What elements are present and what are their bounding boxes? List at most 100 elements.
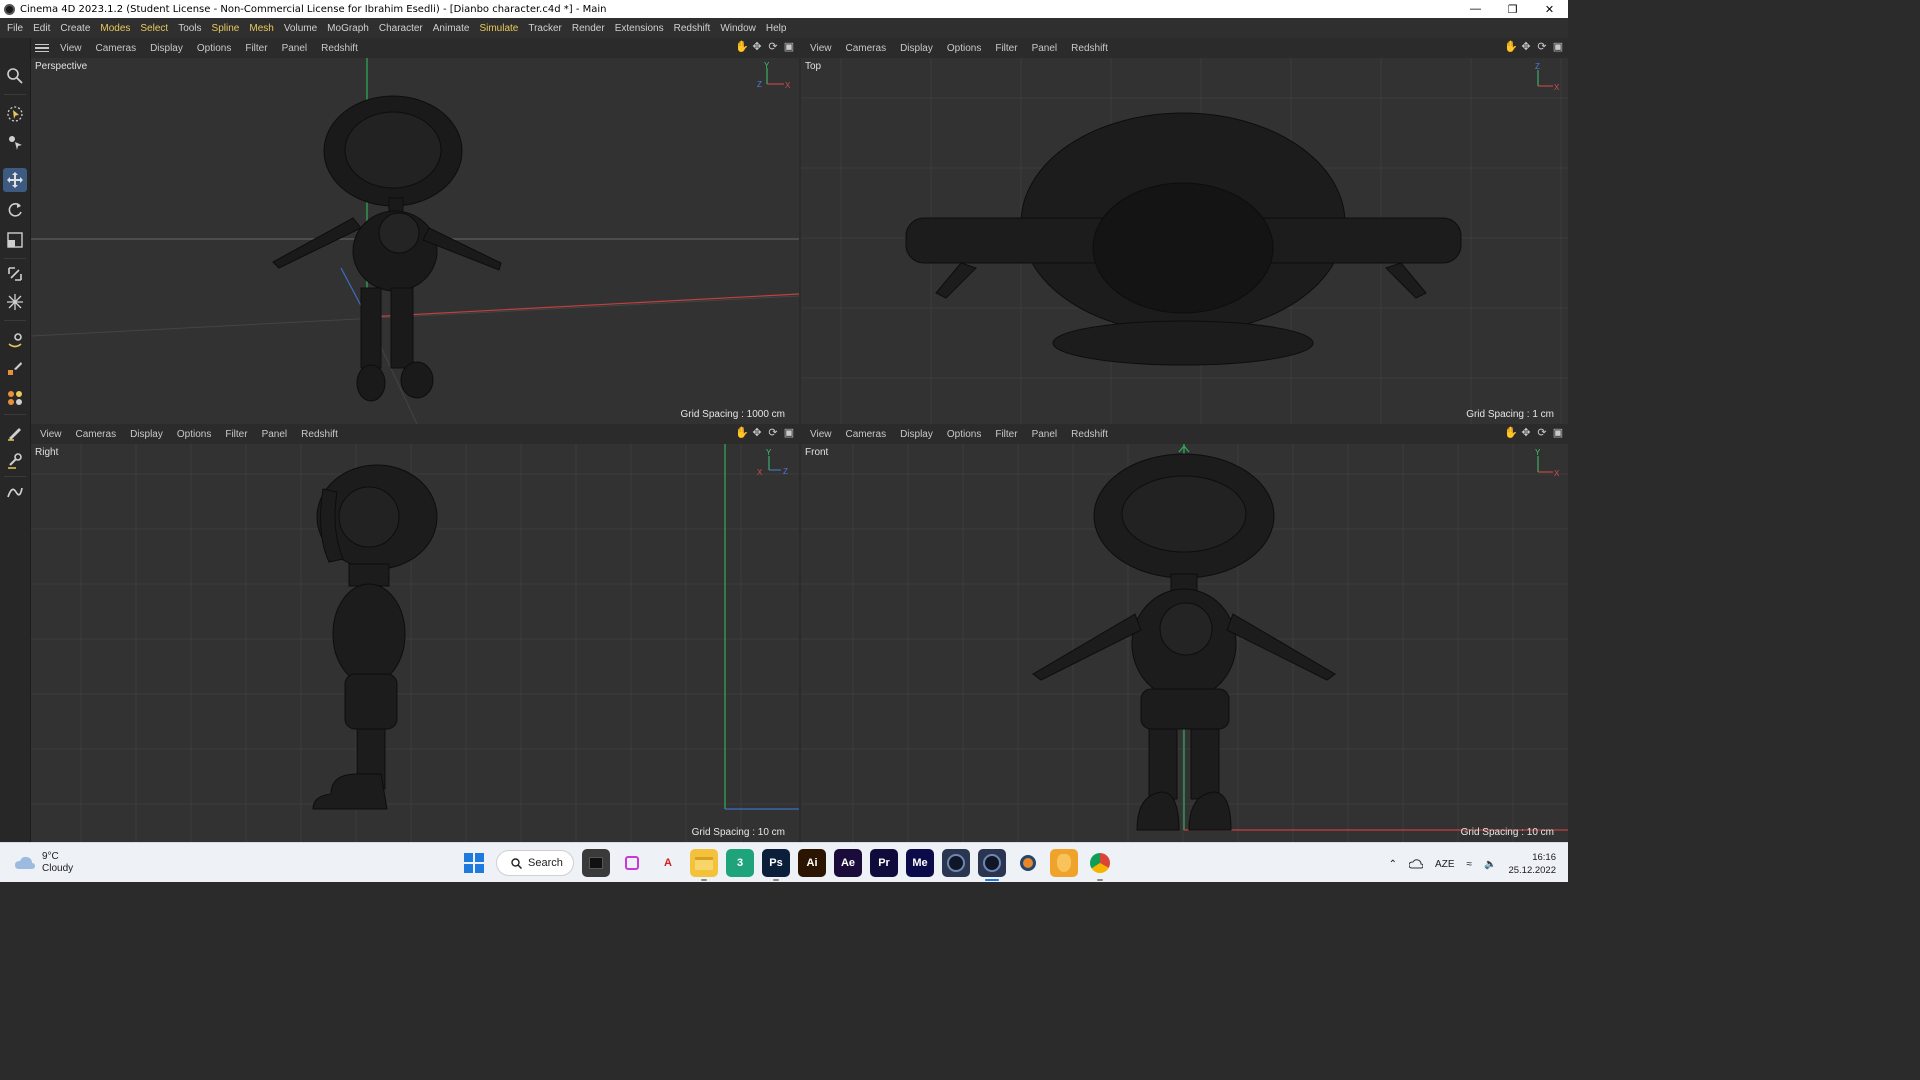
dolly-icon[interactable]: ✥ <box>751 41 763 53</box>
menu-view[interactable]: View <box>53 43 89 54</box>
orbit-icon[interactable]: ⟳ <box>1536 41 1548 53</box>
chrome-icon[interactable] <box>1086 849 1114 881</box>
live-select-icon[interactable] <box>3 130 27 154</box>
maximize-view-icon[interactable]: ▣ <box>1552 41 1564 53</box>
pan-hand-icon[interactable]: ✋ <box>735 427 749 439</box>
menu-cameras[interactable]: Cameras <box>839 429 894 440</box>
snap-icon[interactable] <box>3 290 27 314</box>
menu-filter[interactable]: Filter <box>988 43 1024 54</box>
menu-redshift[interactable]: Redshift <box>294 429 345 440</box>
menu-display[interactable]: Display <box>893 43 940 54</box>
app-3-icon[interactable]: 3 <box>726 849 754 877</box>
wifi-icon[interactable]: ≈ <box>1467 859 1473 870</box>
menu-display[interactable]: Display <box>123 429 170 440</box>
menu-character[interactable]: Character <box>374 23 428 34</box>
menu-window[interactable]: Window <box>715 23 761 34</box>
menu-tools[interactable]: Tools <box>173 23 206 34</box>
task-view-icon[interactable] <box>582 849 610 877</box>
menu-render[interactable]: Render <box>567 23 610 34</box>
blender-icon[interactable] <box>1014 849 1042 877</box>
spline-pen-icon[interactable] <box>3 480 27 504</box>
orbit-icon[interactable]: ⟳ <box>767 427 779 439</box>
acrobat-icon[interactable]: A <box>654 849 682 877</box>
menu-mesh[interactable]: Mesh <box>244 23 278 34</box>
weather-widget[interactable]: 9°C Cloudy <box>14 851 73 875</box>
pan-hand-icon[interactable]: ✋ <box>735 41 749 53</box>
menu-options[interactable]: Options <box>170 429 218 440</box>
windows-start-icon[interactable] <box>460 849 488 877</box>
menu-display[interactable]: Display <box>893 429 940 440</box>
menu-redshift[interactable]: Redshift <box>1064 43 1115 54</box>
dolly-icon[interactable]: ✥ <box>1520 427 1532 439</box>
viewport-right[interactable]: View Cameras Display Options Filter Pane… <box>31 424 799 842</box>
menu-options[interactable]: Options <box>190 43 238 54</box>
menu-spline[interactable]: Spline <box>207 23 245 34</box>
menu-volume[interactable]: Volume <box>279 23 322 34</box>
menu-help[interactable]: Help <box>761 23 792 34</box>
viewport-canvas[interactable]: Right Y Z X Grid Spacing : 10 cm <box>31 444 799 842</box>
pan-hand-icon[interactable]: ✋ <box>1504 427 1518 439</box>
hamburger-icon[interactable] <box>35 42 49 55</box>
taskbar-search[interactable]: Search <box>496 850 574 876</box>
photoshop-icon[interactable]: Ps <box>762 849 790 881</box>
dolly-icon[interactable]: ✥ <box>1520 41 1532 53</box>
sculpt-icon[interactable] <box>3 386 27 410</box>
menu-view[interactable]: View <box>803 429 839 440</box>
menu-display[interactable]: Display <box>143 43 190 54</box>
menu-animate[interactable]: Animate <box>428 23 475 34</box>
menu-redshift[interactable]: Redshift <box>669 23 716 34</box>
volume-icon[interactable]: 🔈 <box>1484 859 1496 870</box>
maximize-view-icon[interactable]: ▣ <box>783 427 795 439</box>
menu-filter[interactable]: Filter <box>988 429 1024 440</box>
menu-file[interactable]: File <box>2 23 28 34</box>
menu-filter[interactable]: Filter <box>218 429 254 440</box>
menu-panel[interactable]: Panel <box>275 43 315 54</box>
menu-panel[interactable]: Panel <box>1025 43 1065 54</box>
menu-select[interactable]: Select <box>135 23 173 34</box>
viewport-top[interactable]: View Cameras Display Options Filter Pane… <box>801 38 1568 424</box>
menu-edit[interactable]: Edit <box>28 23 55 34</box>
menu-options[interactable]: Options <box>940 43 988 54</box>
premiere-icon[interactable]: Pr <box>870 849 898 877</box>
magnet-icon[interactable] <box>3 328 27 352</box>
menu-redshift[interactable]: Redshift <box>1064 429 1115 440</box>
clock[interactable]: 16:16 25.12.2022 <box>1508 851 1556 877</box>
maximize-view-icon[interactable]: ▣ <box>783 41 795 53</box>
viewport-canvas[interactable]: Top Z X Grid Spacing : 1 cm <box>801 58 1568 424</box>
media-encoder-icon[interactable]: Me <box>906 849 934 877</box>
paint-icon[interactable] <box>3 420 27 444</box>
cinema4d-icon[interactable] <box>942 849 970 877</box>
viewport-canvas[interactable]: Perspective Y X Z Grid Spacing : 1000 cm <box>31 58 799 424</box>
menu-create[interactable]: Create <box>55 23 95 34</box>
dolly-icon[interactable]: ✥ <box>751 427 763 439</box>
menu-view[interactable]: View <box>33 429 69 440</box>
menu-extensions[interactable]: Extensions <box>610 23 669 34</box>
illustrator-icon[interactable]: Ai <box>798 849 826 877</box>
menu-options[interactable]: Options <box>940 429 988 440</box>
menu-tracker[interactable]: Tracker <box>523 23 567 34</box>
onedrive-icon[interactable] <box>1409 859 1424 869</box>
snipping-tool-icon[interactable] <box>618 849 646 877</box>
after-effects-icon[interactable]: Ae <box>834 849 862 877</box>
scale-icon[interactable] <box>3 228 27 252</box>
search-icon[interactable] <box>3 64 27 88</box>
move-icon[interactable] <box>3 168 27 192</box>
menu-cameras[interactable]: Cameras <box>839 43 894 54</box>
transform-icon[interactable] <box>3 262 27 286</box>
language-indicator[interactable]: AZE <box>1435 859 1454 870</box>
menu-cameras[interactable]: Cameras <box>89 43 144 54</box>
viewport-canvas[interactable]: Front Y X Grid Spacing : 10 cm <box>801 444 1568 842</box>
orbit-icon[interactable]: ⟳ <box>767 41 779 53</box>
viewport-front[interactable]: View Cameras Display Options Filter Pane… <box>801 424 1568 842</box>
maximize-view-icon[interactable]: ▣ <box>1552 427 1564 439</box>
maximize-icon[interactable]: ❐ <box>1494 0 1531 18</box>
menu-view[interactable]: View <box>803 43 839 54</box>
file-explorer-icon[interactable] <box>690 849 718 881</box>
menu-panel[interactable]: Panel <box>255 429 295 440</box>
select-icon[interactable] <box>3 102 27 126</box>
menu-redshift[interactable]: Redshift <box>314 43 365 54</box>
viewport-perspective[interactable]: View Cameras Display Options Filter Pane… <box>31 38 799 424</box>
fl-studio-icon[interactable] <box>1050 849 1078 877</box>
brush-icon[interactable] <box>3 448 27 472</box>
cinema4d-active-icon[interactable] <box>978 849 1006 881</box>
